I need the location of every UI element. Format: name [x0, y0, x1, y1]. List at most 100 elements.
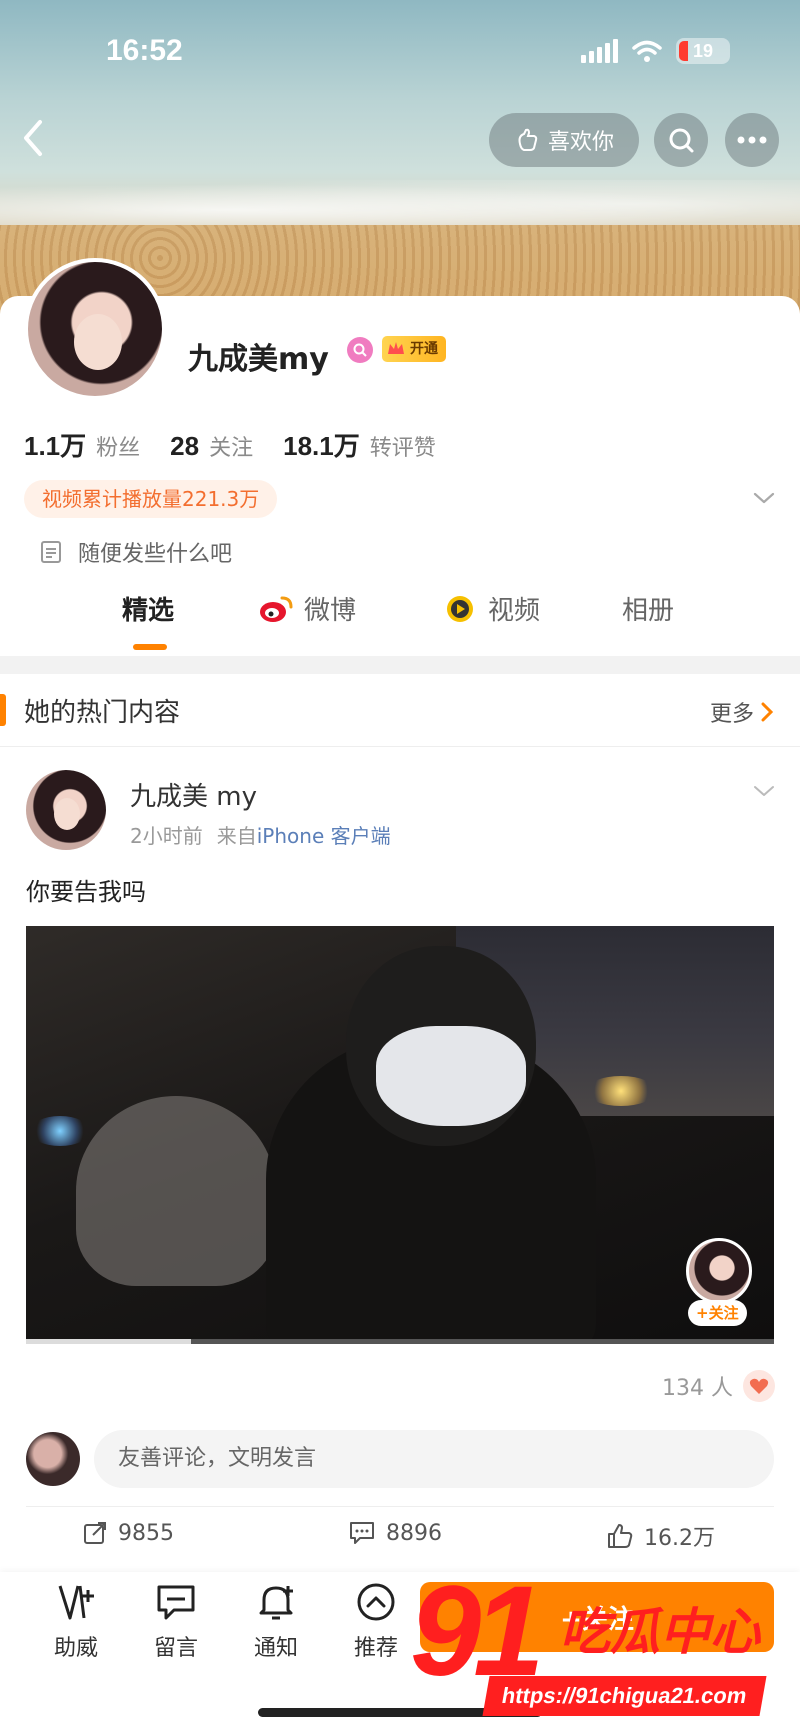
section-accent-bar — [0, 694, 6, 726]
hot-content-header: 她的热门内容 更多 — [0, 686, 800, 732]
crown-icon — [388, 342, 404, 354]
bio-text: 随便发些什么吧 — [78, 542, 233, 567]
profile-username: 九成美my — [188, 342, 329, 377]
profile-stats: 1.1万 粉丝 28 关注 18.1万 转评赞 — [24, 426, 446, 463]
repost-button[interactable]: 9855 — [82, 1520, 174, 1546]
active-tab-indicator — [133, 644, 167, 650]
post-author-name[interactable]: 九成美 my — [130, 776, 257, 813]
comment-input[interactable]: 友善评论，文明发言 — [94, 1430, 774, 1488]
thumbs-up-icon — [608, 1524, 633, 1548]
video-scene-seat — [76, 1096, 276, 1286]
comment-icon — [350, 1522, 374, 1544]
message-button[interactable]: 留言 — [136, 1580, 216, 1662]
post-time: 2小时前 — [130, 824, 203, 848]
post-source[interactable]: iPhone 客户端 — [257, 824, 391, 848]
back-arrow-icon[interactable] — [18, 118, 48, 158]
battery-icon: 19 — [676, 38, 730, 64]
repost-count: 9855 — [118, 1520, 174, 1546]
stat-followers[interactable]: 1.1万 粉丝 — [24, 426, 140, 463]
document-icon — [41, 541, 61, 563]
more-options-button[interactable] — [725, 113, 779, 167]
hand-heart-icon — [518, 128, 538, 151]
video-scene-mask — [376, 1026, 526, 1126]
video-scene-lights — [586, 1076, 656, 1106]
bell-icon — [259, 1586, 293, 1620]
stat-following[interactable]: 28 关注 — [170, 430, 253, 462]
bottom-item-label: 推荐 — [353, 1636, 398, 1661]
comment-count: 8896 — [386, 1520, 442, 1546]
post-meta: 2小时前 来自iPhone 客户端 — [130, 820, 391, 849]
weibo-icon — [260, 596, 293, 622]
search-icon — [669, 128, 694, 153]
tab-label: 视频 — [488, 596, 541, 626]
profile-tabs: 精选 微博 视频 相册 — [0, 590, 800, 652]
status-time: 16:52 — [106, 34, 183, 67]
verified-badge-icon[interactable] — [347, 337, 373, 363]
recommend-icon — [357, 1583, 395, 1621]
stat-value: 1.1万 — [24, 431, 87, 461]
notify-button[interactable]: 通知 — [236, 1580, 316, 1662]
tab-label: 精选 — [122, 596, 175, 626]
more-label: 更多 — [709, 702, 754, 727]
hot-content-title: 她的热门内容 — [24, 698, 181, 728]
divider — [0, 746, 800, 747]
follow-button[interactable]: +关注 — [420, 1582, 774, 1652]
video-scene-lights — [30, 1116, 90, 1146]
viewers-count: 134 人 — [662, 1370, 775, 1402]
tab-video[interactable]: 视频 — [442, 590, 540, 627]
stat-label: 关注 — [209, 436, 254, 461]
profile-avatar[interactable] — [24, 258, 166, 400]
stat-label: 粉丝 — [96, 436, 141, 461]
video-follow-button[interactable]: +关注 — [688, 1300, 747, 1326]
stat-value: 18.1万 — [283, 431, 360, 461]
more-link[interactable]: 更多 — [710, 696, 774, 728]
message-icon — [157, 1585, 195, 1620]
post-source-prefix: 来自 — [216, 824, 257, 848]
video-icon — [447, 595, 473, 622]
wifi-icon — [632, 40, 662, 62]
repost-icon — [84, 1522, 106, 1544]
bottom-item-label: 助威 — [53, 1636, 98, 1661]
tab-weibo[interactable]: 微博 — [258, 590, 356, 627]
video-author-avatar[interactable] — [686, 1238, 752, 1304]
viewers-label: 134 人 — [662, 1376, 733, 1401]
like-count: 16.2万 — [644, 1526, 715, 1551]
tab-album[interactable]: 相册 — [622, 590, 674, 627]
chevron-down-icon[interactable] — [752, 782, 776, 800]
like-you-button[interactable]: 喜欢你 — [489, 113, 639, 167]
comment-user-avatar — [26, 1432, 80, 1486]
profile-bio: 随便发些什么吧 — [40, 536, 232, 568]
bottom-item-label: 通知 — [253, 1636, 298, 1661]
video-progress-fill — [26, 1339, 191, 1344]
like-you-label: 喜欢你 — [547, 130, 614, 155]
video-progress-bar[interactable] — [26, 1339, 774, 1344]
tab-label: 相册 — [622, 596, 675, 626]
post-video[interactable] — [26, 926, 774, 1344]
cheer-button[interactable]: 助威 — [36, 1580, 116, 1662]
search-button[interactable] — [654, 113, 708, 167]
video-play-count-tag: 视频累计播放量221.3万 — [24, 480, 278, 518]
chevron-down-icon[interactable] — [751, 488, 777, 508]
stat-reposts-comments-likes[interactable]: 18.1万 转评赞 — [283, 426, 436, 463]
divider — [26, 1506, 774, 1507]
vip-label: 开通 — [410, 341, 438, 357]
battery-level: 19 — [692, 40, 714, 61]
recommend-button[interactable]: 推荐 — [336, 1580, 416, 1662]
stat-value: 28 — [170, 431, 200, 461]
signal-icon — [581, 39, 618, 63]
heart-icon[interactable] — [743, 1370, 775, 1402]
section-separator — [0, 656, 800, 674]
tab-featured[interactable]: 精选 — [122, 590, 174, 627]
more-dots-icon — [737, 136, 767, 144]
post-text: 你要告我吗 — [26, 878, 146, 906]
vip-open-badge[interactable]: 开通 — [382, 336, 446, 362]
like-button[interactable]: 16.2万 — [606, 1520, 715, 1552]
post-actions: 9855 8896 16.2万 — [0, 1520, 800, 1564]
home-indicator — [258, 1708, 542, 1717]
cheer-icon — [58, 1585, 94, 1620]
chevron-right-icon — [761, 702, 774, 722]
stat-label: 转评赞 — [369, 436, 436, 461]
post-author-avatar[interactable] — [26, 770, 106, 850]
status-icons: 19 — [581, 38, 730, 64]
comment-button[interactable]: 8896 — [348, 1520, 442, 1546]
